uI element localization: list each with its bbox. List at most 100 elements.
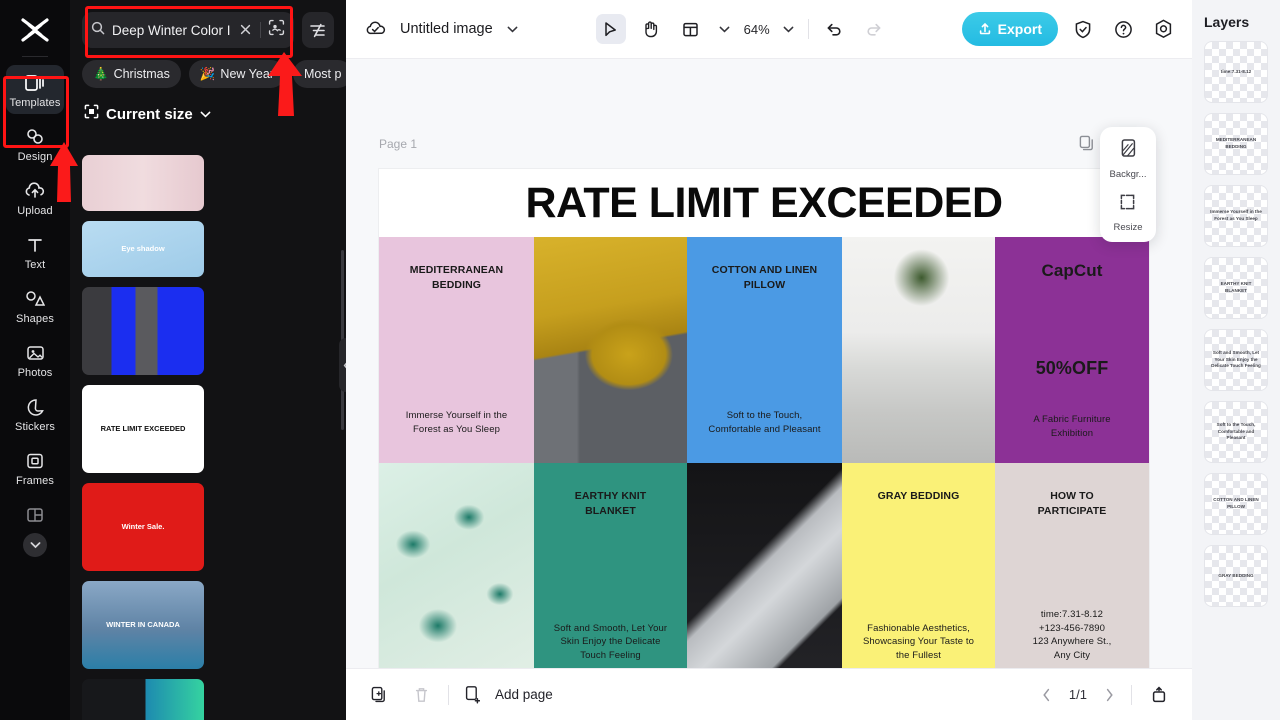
expand-nav-button[interactable]: [23, 533, 47, 557]
background-label: Backgr...: [1110, 169, 1147, 180]
add-page-label[interactable]: Add page: [495, 687, 553, 702]
page-navigation: 1/1: [1037, 680, 1174, 710]
gray-pillow-photo-cell[interactable]: [687, 463, 842, 668]
copy-page-icon[interactable]: [1079, 135, 1095, 157]
layer-time-text[interactable]: time:7.31-8.12: [1205, 42, 1267, 102]
template-card-label: WINTER IN CANADA: [82, 581, 204, 669]
sidebar-item-photos[interactable]: Photos: [6, 335, 64, 384]
sharing-good-times-template[interactable]: SHARING THE GOOD TIMES: [82, 679, 204, 720]
canvas-area[interactable]: Page 1 RATE LIMIT EXCEEDED MEDITERRANEAN…: [346, 59, 1192, 668]
capcut-promo-cell[interactable]: CapCut 50%OFF A Fabric Furniture Exhibitio…: [995, 237, 1149, 463]
cotton-linen-pillow-cell[interactable]: COTTON AND LINEN PILLOW Soft to the Touch…: [687, 237, 842, 463]
layer-earthy-knit-blanket[interactable]: EARTHY KNIT BLANKET: [1205, 258, 1267, 318]
prev-page-button[interactable]: [1037, 680, 1057, 710]
export-button[interactable]: Export: [962, 12, 1058, 46]
document-title[interactable]: Untitled image: [400, 21, 493, 37]
winter-in-canada-template[interactable]: WINTER IN CANADA: [82, 581, 204, 669]
gray-bedding-cell[interactable]: GRAY BEDDING Fashionable Aesthetics, Show…: [842, 463, 995, 668]
layer-list[interactable]: time:7.31-8.12 MEDITERRANEAN BEDDING Immer…: [1192, 42, 1280, 606]
design-cell-text[interactable]: HOW TO PARTICIPATE: [1001, 489, 1143, 519]
layer-label: time:7.31-8.12: [1217, 69, 1255, 76]
makeup-palette-template[interactable]: [82, 155, 204, 211]
eyeshadow-template[interactable]: Eye shadow: [82, 221, 204, 277]
sidebar-item-templates[interactable]: Templates: [6, 65, 64, 114]
next-page-button[interactable]: [1099, 680, 1119, 710]
design-cell-text[interactable]: COTTON AND LINEN PILLOW: [693, 263, 836, 293]
shield-check-icon[interactable]: [1068, 14, 1098, 44]
sidebar-item-upload[interactable]: Upload: [6, 173, 64, 222]
expand-panel-icon[interactable]: [1144, 680, 1174, 710]
close-icon[interactable]: [238, 22, 253, 38]
layer-immerse-yourself[interactable]: Immerse Yourself in the Forest as You Sl…: [1205, 186, 1267, 246]
resize-button[interactable]: Resize: [1113, 192, 1142, 233]
rate-limit-exceeded-template[interactable]: RATE LIMIT EXCEEDED: [82, 385, 204, 473]
design-cell-text[interactable]: A Fabric Furniture Exhibition: [1001, 413, 1143, 441]
how-to-participate-cell[interactable]: HOW TO PARTICIPATE time:7.31-8.12 +123-45…: [995, 463, 1149, 668]
template-card-label: Eye shadow: [82, 221, 204, 277]
design-cell-text[interactable]: time:7.31-8.12 +123-456-7890 123 Anywher…: [1001, 608, 1143, 663]
design-cell-text[interactable]: Soft and Smooth, Let Your Skin Enjoy the…: [540, 622, 681, 663]
layer-soft-and-smooth[interactable]: Soft and Smooth, Let Your Skin Enjoy the…: [1205, 330, 1267, 390]
weighing-scale-template[interactable]: [82, 287, 204, 375]
design-canvas[interactable]: RATE LIMIT EXCEEDED MEDITERRANEAN BEDDIN…: [379, 169, 1149, 668]
design-headline[interactable]: RATE LIMIT EXCEEDED: [379, 169, 1149, 237]
category-chips: 🎄 Christmas 🎉 New Year Most p: [70, 48, 346, 88]
sidebar-item-frames[interactable]: Frames: [6, 443, 64, 492]
hand-icon[interactable]: [636, 14, 666, 44]
earthy-knit-blanket-cell[interactable]: EARTHY KNIT BLANKET Soft and Smooth, Let …: [534, 463, 687, 668]
chevron-down-icon[interactable]: [780, 14, 798, 44]
undo-icon[interactable]: [819, 14, 849, 44]
palm-leaf-photo-cell[interactable]: [379, 463, 534, 668]
layer-mediterranean-bedding[interactable]: MEDITERRANEAN BEDDING: [1205, 114, 1267, 174]
chevron-down-icon[interactable]: [716, 14, 734, 44]
design-cell-text[interactable]: CapCut: [1001, 259, 1143, 284]
text-icon: [26, 234, 44, 256]
image-search-icon[interactable]: [268, 19, 285, 41]
current-size-selector[interactable]: Current size: [70, 88, 346, 134]
template-card-label: RATE LIMIT EXCEEDED: [82, 385, 204, 473]
layer-label: EARTHY KNIT BLANKET: [1205, 281, 1267, 295]
rail-divider: [22, 56, 48, 57]
cloud-saved-icon[interactable]: [360, 14, 390, 44]
upload-cloud-icon: [24, 180, 46, 202]
sidebar-item-text[interactable]: Text: [6, 227, 64, 276]
chip-christmas[interactable]: 🎄 Christmas: [82, 60, 181, 88]
design-cell-text[interactable]: MEDITERRANEAN BEDDING: [385, 263, 528, 293]
template-grid[interactable]: Eye shadow RATE LIMIT EXCEEDED Winter Sale…: [70, 155, 346, 720]
design-cell-text[interactable]: Soft to the Touch, Comfortable and Pleas…: [693, 409, 836, 437]
chip-most-popular[interactable]: Most p: [293, 60, 346, 88]
filter-icon[interactable]: [302, 12, 334, 48]
question-circle-icon[interactable]: [1108, 14, 1138, 44]
search-input[interactable]: Deep Winter Color I: [82, 12, 294, 48]
design-row: MEDITERRANEAN BEDDING Immerse Yourself in…: [379, 237, 1149, 463]
sidebar-item-label: Templates: [9, 97, 60, 109]
grid-layout-icon: [26, 504, 44, 526]
layer-soft-to-the-touch[interactable]: Soft to the Touch, Comfortable and Pleas…: [1205, 402, 1267, 462]
layer-gray-bedding[interactable]: GRAY BEDDING: [1205, 546, 1267, 606]
winter-sale-template[interactable]: Winter Sale.: [82, 483, 204, 571]
design-cell-text[interactable]: Immerse Yourself in the Forest as You Sl…: [385, 409, 528, 437]
duplicate-page-icon[interactable]: [364, 680, 394, 710]
sidebar-item-partial[interactable]: [6, 497, 64, 531]
design-cell-text[interactable]: Fashionable Aesthetics, Showcasing Your …: [848, 622, 989, 663]
sidebar-item-stickers[interactable]: Stickers: [6, 389, 64, 438]
zoom-level[interactable]: 64%: [744, 22, 770, 37]
mediterranean-bedding-cell[interactable]: MEDITERRANEAN BEDDING Immerse Yourself in…: [379, 237, 534, 463]
background-button[interactable]: Backgr...: [1110, 138, 1147, 180]
design-cell-text[interactable]: 50%OFF: [1001, 355, 1143, 381]
yellow-throw-photo-cell[interactable]: [534, 237, 687, 463]
layout-icon[interactable]: [676, 14, 706, 44]
settings-icon[interactable]: [1148, 14, 1178, 44]
white-bedroom-photo-cell[interactable]: [842, 237, 995, 463]
chevron-down-icon[interactable]: [503, 14, 523, 44]
chip-new-year[interactable]: 🎉 New Year: [189, 60, 285, 88]
sidebar-item-design[interactable]: Design: [6, 119, 64, 168]
cursor-arrow-icon[interactable]: [596, 14, 626, 44]
sidebar-item-shapes[interactable]: Shapes: [6, 281, 64, 330]
sidebar-item-label: Photos: [18, 367, 53, 379]
design-cell-text[interactable]: EARTHY KNIT BLANKET: [540, 489, 681, 519]
design-cell-text[interactable]: GRAY BEDDING: [848, 489, 989, 504]
layer-cotton-and-linen-pillow[interactable]: COTTON AND LINEN PILLOW: [1205, 474, 1267, 534]
add-page-icon[interactable]: [461, 680, 483, 710]
collapse-panel-handle[interactable]: [339, 338, 346, 392]
